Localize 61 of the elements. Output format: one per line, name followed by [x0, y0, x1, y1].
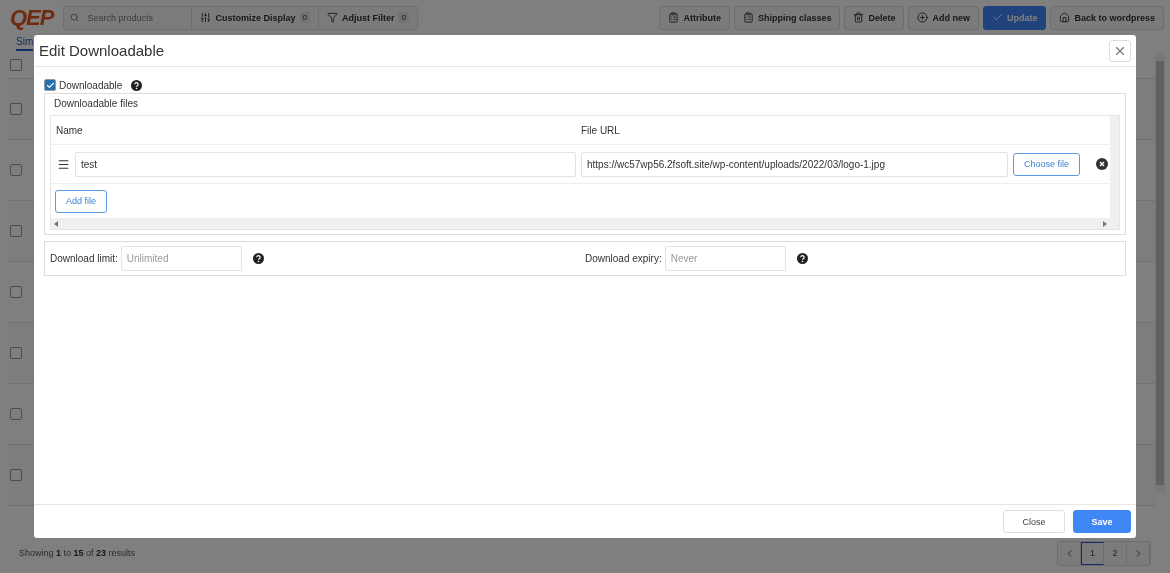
choose-file-button[interactable]: Choose file — [1013, 152, 1081, 176]
download-limit-field[interactable]: Unlimited — [120, 246, 242, 271]
previous-page-button[interactable] — [1058, 541, 1081, 565]
url-field[interactable]: https://wc57wp56.2fsoft.site/wp-content/uploads/2022/03/logo-1.jpg — [581, 151, 1008, 177]
row-checkbox[interactable] — [10, 286, 22, 298]
filter-button[interactable]: Adjust Filter 0 — [318, 6, 417, 29]
clipboard-icon — [668, 12, 680, 23]
next-page-button[interactable] — [1127, 541, 1150, 565]
row-checkbox[interactable] — [10, 408, 22, 420]
row-checkbox[interactable] — [10, 469, 22, 481]
toolbar-button[interactable]: Shipping classes — [733, 5, 841, 30]
page-button[interactable]: 1 — [1081, 541, 1104, 565]
field-label: Download limit: — [50, 253, 118, 264]
trash-icon — [853, 12, 865, 23]
modal-title: Edit Downloadable — [39, 42, 165, 59]
scrollbar[interactable] — [1155, 53, 1165, 493]
clipboard-icon — [742, 12, 754, 23]
count-badge: 0 — [299, 12, 310, 23]
toolbar-button[interactable]: Update — [982, 5, 1047, 30]
home-icon — [1059, 12, 1071, 23]
drag-handle-icon[interactable] — [57, 157, 70, 171]
row-checkbox[interactable] — [10, 347, 22, 359]
remove-icon[interactable] — [1096, 158, 1109, 170]
row-checkbox[interactable] — [10, 164, 22, 176]
check-icon — [991, 12, 1003, 23]
filter-icon — [326, 12, 338, 23]
scroll-left-icon — [54, 220, 58, 227]
add-file-button[interactable]: Add file — [55, 189, 108, 213]
help-icon — [796, 253, 808, 264]
toolbar-button[interactable]: Attribute — [659, 5, 730, 30]
close-button[interactable] — [1109, 39, 1131, 62]
downloadable-checkbox[interactable] — [44, 79, 56, 91]
logo[interactable]: QEP — [10, 4, 54, 31]
toolbar-button[interactable]: Delete — [844, 5, 905, 30]
results-summary: Showing 1 to 15 of 23 results — [19, 548, 136, 558]
toolbar-button[interactable]: Add new — [908, 5, 979, 30]
field-label: Download expiry: — [585, 253, 662, 264]
name-field[interactable]: test — [75, 151, 576, 177]
sliders-icon — [200, 12, 212, 23]
vertical-scrollbar[interactable] — [1110, 116, 1119, 229]
row-checkbox[interactable] — [10, 58, 22, 71]
customize-button[interactable]: Customize Display 0 — [192, 6, 319, 29]
column-header: Name — [55, 124, 84, 136]
save-button[interactable]: Save — [1073, 510, 1131, 533]
checkbox-label: Downloadable — [59, 79, 123, 91]
horizontal-scrollbar[interactable] — [51, 218, 1110, 229]
row-checkbox[interactable] — [10, 225, 22, 237]
search-icon — [70, 12, 80, 23]
plus-icon — [917, 12, 929, 23]
scroll-right-icon — [1103, 220, 1107, 227]
search-field[interactable]: Search products — [85, 11, 186, 24]
download-expiry-field[interactable]: Never — [664, 246, 786, 271]
count-badge: 0 — [398, 12, 409, 23]
close-modal-button[interactable]: Close — [1003, 510, 1065, 533]
column-header: File URL — [580, 124, 621, 136]
page-button[interactable]: 2 — [1104, 541, 1127, 565]
help-icon — [252, 253, 264, 264]
panel-legend: Downloadable files — [50, 96, 1120, 115]
toolbar-button[interactable]: Back to wordpress — [1050, 5, 1164, 30]
help-icon — [131, 79, 143, 91]
row-checkbox[interactable] — [10, 103, 22, 115]
